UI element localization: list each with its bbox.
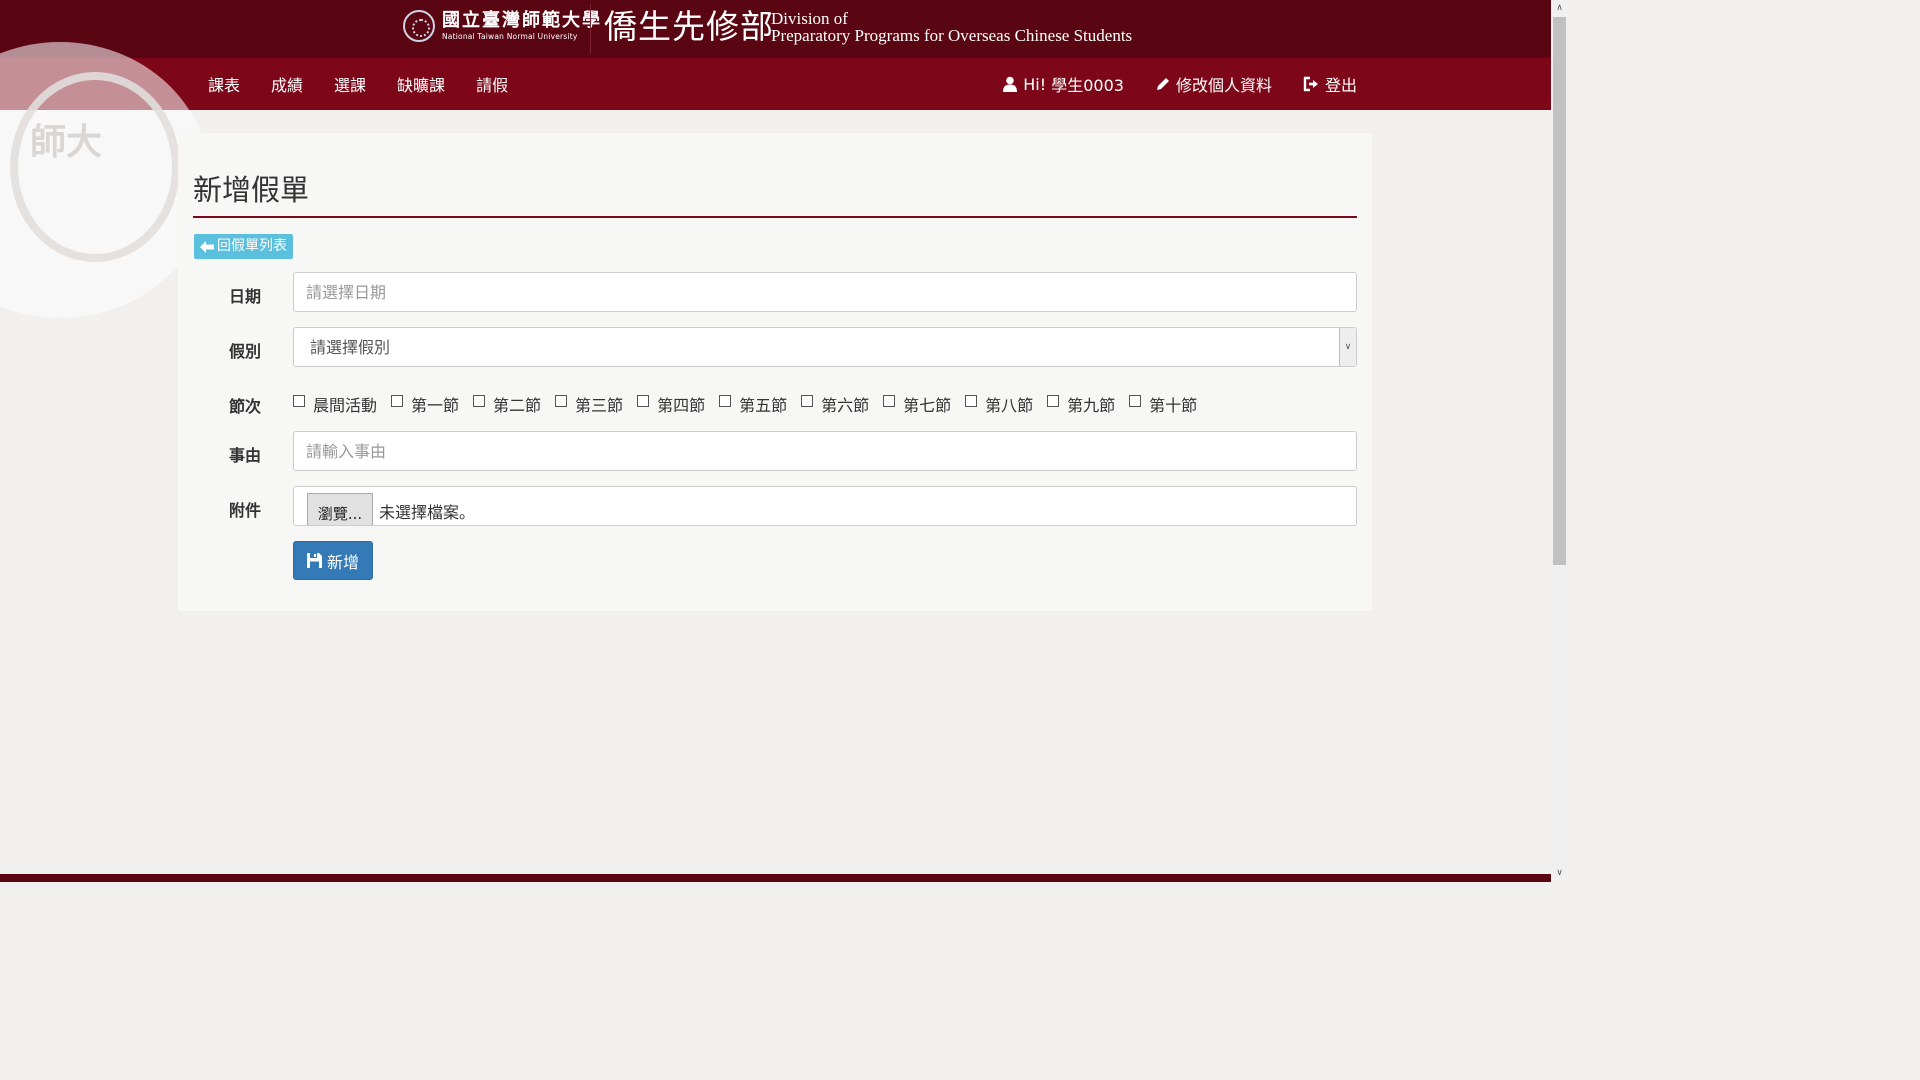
scrollbar-thumb[interactable] — [1553, 17, 1566, 565]
reason-label: 事由 — [229, 446, 262, 465]
period-checkbox-10[interactable]: 第十節 — [1129, 392, 1197, 416]
arrow-left-icon — [200, 240, 214, 253]
header-divider — [590, 4, 591, 54]
logout-label: 登出 — [1324, 76, 1357, 95]
period-label: 第七節 — [903, 396, 952, 415]
period-label: 第一節 — [411, 396, 460, 415]
checkbox[interactable] — [473, 395, 486, 407]
save-icon — [306, 553, 322, 568]
user-menu: Hi! 學生0003 修改個人資料 登出 — [1002, 58, 1357, 110]
university-name-cn: 國立臺灣師範大學 — [442, 10, 602, 31]
period-checkbox-2[interactable]: 第二節 — [473, 392, 541, 416]
user-greeting[interactable]: Hi! 學生0003 — [1002, 72, 1124, 96]
submit-add-button[interactable]: 新增 — [293, 541, 373, 580]
user-icon — [1003, 76, 1018, 92]
leave-type-select[interactable]: 請選擇假別 ∨ — [293, 327, 1357, 367]
logout-icon — [1303, 76, 1318, 92]
checkbox[interactable] — [293, 395, 305, 407]
period-label: 第十節 — [1149, 396, 1198, 415]
logout-link[interactable]: 登出 — [1303, 72, 1357, 96]
reason-input[interactable] — [293, 431, 1357, 471]
watermark-text: 師大 — [30, 121, 103, 163]
title-underline — [193, 216, 1357, 218]
periods-checkbox-group: 晨間活動 第一節 第二節 第三節 第四節 第五節 第六節 第七節 第八節 第九節… — [293, 392, 1211, 416]
leave-type-label: 假別 — [229, 342, 262, 361]
period-label: 第三節 — [575, 396, 624, 415]
nav-item-leave[interactable]: 請假 — [476, 72, 508, 96]
nav-item-grades[interactable]: 成績 — [271, 72, 303, 96]
file-status-text: 未選擇檔案。 — [379, 503, 476, 522]
back-button-label: 回假單列表 — [217, 238, 287, 254]
checkbox[interactable] — [555, 395, 568, 407]
department-name-en-line1: Division of — [771, 9, 848, 28]
checkbox[interactable] — [965, 395, 978, 407]
checkbox[interactable] — [883, 395, 896, 407]
period-label: 第四節 — [657, 396, 706, 415]
page-scrollbar[interactable]: ∧ ∨ — [1551, 0, 1568, 882]
back-to-leave-list-button[interactable]: 回假單列表 — [194, 234, 293, 259]
date-input[interactable] — [293, 272, 1357, 312]
nav-item-schedule[interactable]: 課表 — [208, 72, 240, 96]
department-name-en-line2: Preparatory Programs for Overseas Chines… — [771, 26, 1133, 45]
date-label: 日期 — [229, 287, 262, 306]
checkbox[interactable] — [801, 395, 814, 407]
attachment-file-input[interactable]: 瀏覽... 未選擇檔案。 — [293, 486, 1357, 526]
nav-menu: 課表 成績 選課 缺曠課 請假 — [208, 58, 508, 110]
browse-button[interactable]: 瀏覽... — [307, 493, 373, 525]
checkbox[interactable] — [1129, 395, 1142, 407]
attachment-label: 附件 — [229, 501, 262, 520]
footer-strip — [0, 874, 1551, 882]
period-checkbox-morning[interactable]: 晨間活動 — [293, 392, 377, 416]
checkbox[interactable] — [719, 395, 732, 407]
university-logo[interactable]: 國立臺灣師範大學 National Taiwan Normal Universi… — [403, 10, 602, 42]
checkbox[interactable] — [1047, 395, 1060, 407]
nav-item-absences[interactable]: 缺曠課 — [397, 72, 445, 96]
form-card — [178, 133, 1372, 611]
checkbox[interactable] — [391, 395, 404, 407]
nav-item-course-selection[interactable]: 選課 — [334, 72, 366, 96]
checkbox[interactable] — [637, 395, 650, 407]
user-name: 學生0003 — [1051, 76, 1124, 95]
chevron-down-icon: ∨ — [1339, 328, 1356, 366]
period-checkbox-6[interactable]: 第六節 — [801, 392, 869, 416]
period-label: 第八節 — [985, 396, 1034, 415]
pencil-icon — [1156, 78, 1169, 90]
period-checkbox-7[interactable]: 第七節 — [883, 392, 951, 416]
period-checkbox-3[interactable]: 第三節 — [555, 392, 623, 416]
period-label: 晨間活動 — [313, 396, 378, 415]
department-name-cn: 僑生先修部 — [604, 7, 774, 46]
edit-profile-link[interactable]: 修改個人資料 — [1155, 72, 1272, 96]
period-checkbox-1[interactable]: 第一節 — [391, 392, 459, 416]
university-seal-icon — [403, 10, 435, 42]
main-navbar: 課表 成績 選課 缺曠課 請假 Hi! 學生0003 修改個人資料 登出 — [0, 58, 1551, 110]
period-checkbox-4[interactable]: 第四節 — [637, 392, 705, 416]
period-checkbox-5[interactable]: 第五節 — [719, 392, 787, 416]
periods-label: 節次 — [229, 397, 262, 416]
university-name-en: National Taiwan Normal University — [442, 32, 578, 41]
period-checkbox-9[interactable]: 第九節 — [1047, 392, 1115, 416]
scroll-down-icon[interactable]: ∨ — [1551, 865, 1568, 882]
leave-type-selected: 請選擇假別 — [310, 338, 391, 357]
period-checkbox-8[interactable]: 第八節 — [965, 392, 1033, 416]
submit-label: 新增 — [326, 552, 359, 572]
period-label: 第九節 — [1067, 396, 1116, 415]
edit-profile-label: 修改個人資料 — [1175, 76, 1272, 95]
greeting-text: Hi! — [1023, 74, 1047, 94]
period-label: 第五節 — [739, 396, 788, 415]
page-title: 新增假單 — [193, 173, 310, 207]
period-label: 第二節 — [493, 396, 542, 415]
department-name-en: Division of Preparatory Programs for Ove… — [771, 10, 1132, 44]
period-label: 第六節 — [821, 396, 870, 415]
scroll-up-icon[interactable]: ∧ — [1551, 0, 1568, 17]
top-banner: 國立臺灣師範大學 National Taiwan Normal Universi… — [0, 0, 1551, 58]
